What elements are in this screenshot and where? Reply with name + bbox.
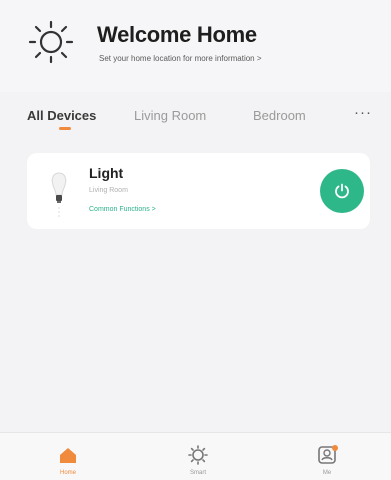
common-functions-link[interactable]: Common Functions >	[89, 206, 156, 213]
home-icon	[60, 448, 76, 463]
power-icon	[335, 183, 349, 199]
nav-me[interactable]: Me	[307, 439, 347, 477]
nav-smart-label: Smart	[189, 470, 206, 476]
smart-icon	[188, 445, 208, 465]
tab-living-room[interactable]: Living Room	[134, 108, 206, 123]
header: Welcome Home Set your home location for …	[0, 0, 391, 92]
device-card-light[interactable]: Light Living Room Common Functions >	[27, 153, 370, 229]
room-tabs: All Devices Living Room Bedroom ···	[0, 100, 391, 134]
nav-home-label: Home	[59, 470, 76, 476]
location-prompt-link[interactable]: Set your home location for more informat…	[99, 54, 262, 63]
tab-all-devices[interactable]: All Devices	[27, 108, 96, 123]
device-room: Living Room	[89, 187, 128, 194]
active-tab-indicator	[59, 127, 71, 130]
light-bulb-icon	[51, 172, 67, 217]
page-title: Welcome Home	[97, 22, 257, 47]
bottom-nav: Home Smart Me	[0, 432, 391, 480]
more-tabs-icon[interactable]: ···	[354, 104, 372, 121]
nav-smart[interactable]: Smart	[178, 439, 218, 477]
tab-bedroom[interactable]: Bedroom	[253, 108, 306, 123]
nav-home[interactable]: Home	[48, 439, 88, 477]
profile-icon	[318, 445, 338, 464]
power-button[interactable]	[320, 169, 364, 213]
sun-icon	[28, 20, 74, 64]
device-name: Light	[89, 165, 124, 181]
nav-me-label: Me	[322, 470, 332, 476]
